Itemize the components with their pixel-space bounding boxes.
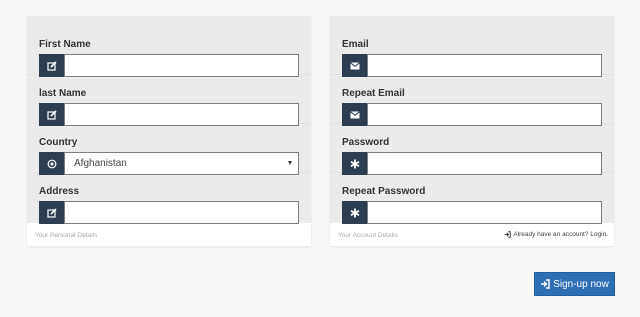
password-input[interactable] — [367, 152, 602, 175]
country-label: Country — [39, 137, 78, 148]
first-name-input[interactable] — [64, 54, 299, 77]
caret-down-icon — [288, 161, 292, 165]
country-input-group: Afghanistan — [39, 152, 299, 175]
last-name-input[interactable] — [64, 103, 299, 126]
account-details-form: Email Repeat Email Password Repeat Passw… — [330, 16, 614, 224]
repeat-password-input[interactable] — [367, 201, 602, 224]
password-input-group — [342, 152, 602, 175]
personal-details-form: First Name last Name Country Afghanistan… — [27, 16, 311, 224]
email-input-group — [342, 54, 602, 77]
country-select[interactable]: Afghanistan — [64, 152, 299, 175]
asterisk-icon — [342, 152, 367, 175]
repeat-email-label: Repeat Email — [342, 88, 405, 99]
address-label: Address — [39, 186, 80, 197]
login-link-label: Already have an account? Login. — [513, 231, 608, 238]
envelope-icon — [342, 54, 367, 77]
repeat-password-label: Repeat Password — [342, 186, 426, 197]
password-label: Password — [342, 137, 390, 148]
address-input[interactable] — [64, 201, 299, 224]
edit-icon — [39, 103, 64, 126]
edit-icon — [39, 54, 64, 77]
password-group: Password — [330, 124, 614, 175]
repeat-password-group: Repeat Password — [330, 173, 614, 224]
sign-in-icon — [541, 279, 550, 289]
repeat-email-group: Repeat Email — [330, 75, 614, 126]
repeat-password-input-group — [342, 201, 602, 224]
sign-in-icon — [505, 231, 512, 238]
first-name-input-group — [39, 54, 299, 77]
last-name-group: last Name — [27, 75, 311, 126]
email-label: Email — [342, 39, 369, 50]
personal-details-panel: First Name last Name Country Afghanistan… — [27, 16, 311, 246]
country-group: Country Afghanistan — [27, 124, 311, 175]
asterisk-icon — [342, 201, 367, 224]
email-group: Email — [330, 26, 614, 77]
email-input[interactable] — [367, 54, 602, 77]
login-link[interactable]: Already have an account? Login. — [504, 231, 608, 238]
personal-details-caption: Your Personal Details — [35, 232, 98, 239]
account-panel-footer: Your Account Details Already have an acc… — [330, 223, 614, 246]
target-icon — [39, 152, 64, 175]
first-name-label: First Name — [39, 39, 91, 50]
account-details-panel: Email Repeat Email Password Repeat Passw… — [330, 16, 614, 246]
repeat-email-input[interactable] — [367, 103, 602, 126]
repeat-email-input-group — [342, 103, 602, 126]
sign-up-button-label: Sign-up now — [553, 278, 609, 290]
last-name-input-group — [39, 103, 299, 126]
first-name-group: First Name — [27, 26, 311, 77]
envelope-icon — [342, 103, 367, 126]
personal-panel-footer: Your Personal Details — [27, 223, 311, 246]
last-name-label: last Name — [39, 88, 87, 99]
edit-icon — [39, 201, 64, 224]
address-input-group — [39, 201, 299, 224]
address-group: Address — [27, 173, 311, 224]
account-details-caption: Your Account Details — [338, 232, 398, 239]
sign-up-button[interactable]: Sign-up now — [534, 272, 615, 296]
